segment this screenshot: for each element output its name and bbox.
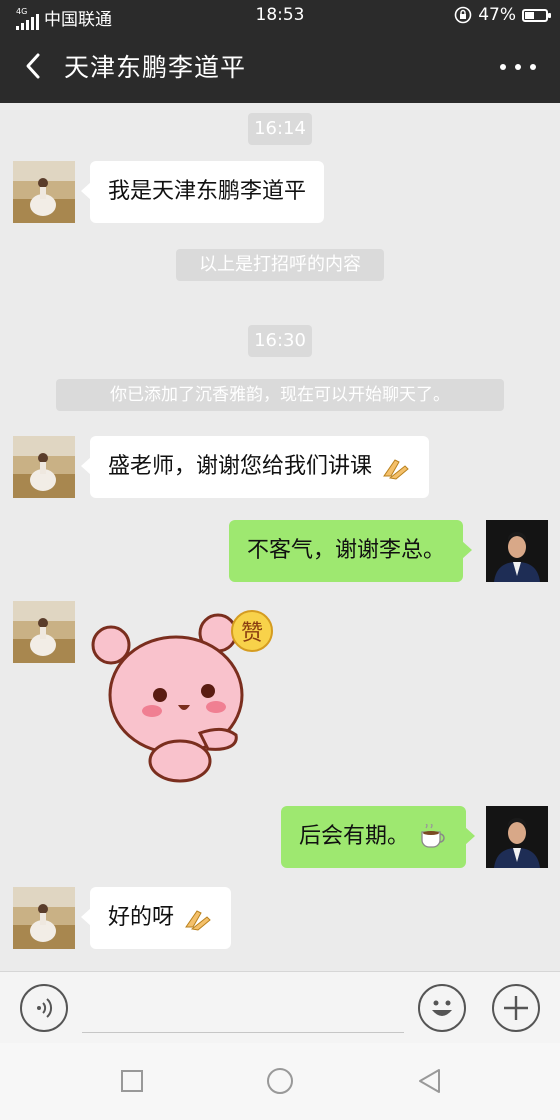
message-bubble-incoming[interactable]: 盛老师，谢谢您给我们讲课 (80, 436, 430, 498)
message-input[interactable] (82, 984, 408, 1032)
message-bubble-incoming[interactable]: 我是天津东鹏李道平 (80, 161, 325, 223)
message-bubble-incoming[interactable]: 好的呀 (80, 887, 232, 949)
message-text: 盛老师，谢谢您给我们讲课 (108, 454, 373, 479)
sticker-label: 赞 (241, 621, 263, 646)
avatar[interactable] (13, 601, 75, 663)
message-list[interactable]: 16:14 我是天津东鹏李道平 以上是打招呼的内容 16:30 你已添加了沉香雅… (0, 103, 560, 971)
message-bubble-outgoing[interactable]: 后会有期。 (281, 806, 476, 868)
avatar-self[interactable] (486, 806, 548, 868)
timestamp: 16:14 (248, 113, 312, 145)
more-button[interactable] (500, 55, 536, 79)
avatar-self[interactable] (486, 520, 548, 582)
nav-back-icon (419, 1069, 440, 1093)
home-button[interactable] (262, 1063, 298, 1099)
voice-icon (37, 998, 53, 1018)
message-bubble-outgoing[interactable]: 不客气，谢谢李总。 (229, 520, 473, 582)
message-text: 我是天津东鹏李道平 (108, 179, 307, 204)
recent-apps-button[interactable] (114, 1063, 150, 1099)
more-dots-icon (500, 64, 506, 70)
system-notice: 你已添加了沉香雅韵，现在可以开始聊天了。 (56, 379, 504, 411)
avatar-photo-icon (486, 806, 548, 868)
avatar-photo-icon (13, 601, 75, 663)
sticker-message[interactable]: 赞 (88, 603, 278, 793)
bear-sticker-icon: 赞 (91, 610, 273, 783)
message-text: 不客气，谢谢李总。 (247, 538, 446, 563)
avatar-photo-icon (13, 161, 75, 223)
avatar[interactable] (13, 436, 75, 498)
clap-emoji-icon (383, 459, 409, 480)
nav-back-button[interactable] (412, 1063, 448, 1099)
rotation-lock-icon (454, 6, 472, 24)
avatar-photo-icon (486, 520, 548, 582)
back-button[interactable] (18, 48, 54, 84)
status-right: 47% (454, 5, 551, 25)
avatar-photo-icon (13, 887, 75, 949)
home-icon (267, 1068, 293, 1094)
system-notice: 以上是打招呼的内容 (176, 249, 384, 281)
input-bar (0, 971, 560, 1044)
clap-emoji-icon (185, 910, 211, 931)
emoji-button[interactable] (418, 984, 466, 1032)
message-text: 好的呀 (108, 905, 175, 930)
system-nav-bar (0, 1043, 560, 1120)
status-bar: 4G 中国联通 18:53 47% (0, 0, 560, 30)
timestamp: 16:30 (248, 325, 312, 357)
chat-title: 天津东鹏李道平 (64, 53, 247, 82)
avatar[interactable] (13, 161, 75, 223)
message-text: 后会有期。 (299, 824, 410, 849)
battery-icon (522, 8, 551, 22)
avatar[interactable] (13, 887, 75, 949)
chevron-left-icon (26, 53, 40, 79)
plus-button[interactable] (492, 984, 540, 1032)
input-underline (82, 1032, 404, 1033)
smiley-icon (432, 1000, 452, 1016)
avatar-photo-icon (13, 436, 75, 498)
coffee-emoji-icon (421, 824, 445, 848)
chat-header: 天津东鹏李道平 (0, 30, 560, 103)
battery-percent: 47% (478, 5, 516, 25)
plus-icon (504, 996, 528, 1020)
recent-apps-icon (121, 1070, 143, 1092)
voice-button[interactable] (20, 984, 68, 1032)
